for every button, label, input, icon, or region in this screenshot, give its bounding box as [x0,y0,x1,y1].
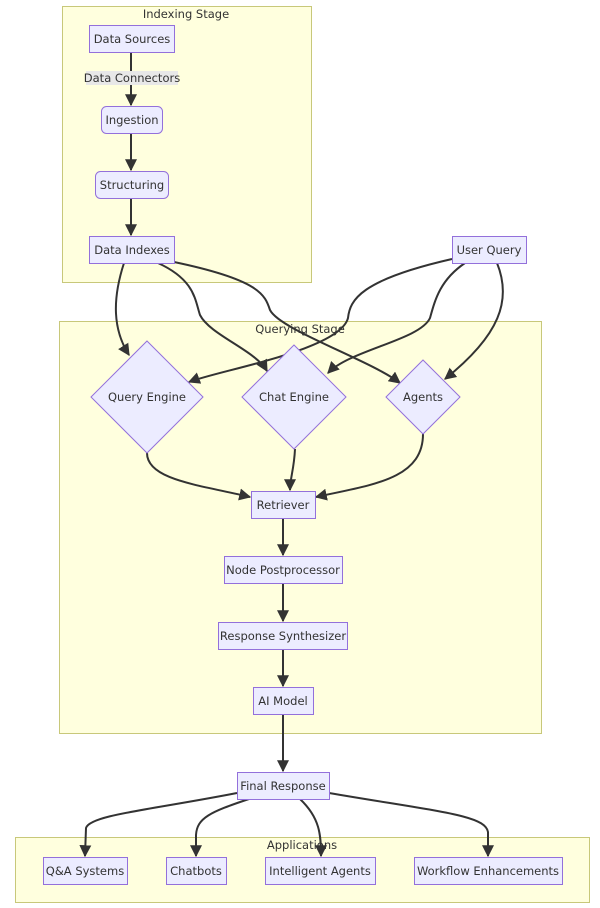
node-workflow-enhancements[interactable]: Workflow Enhancements [414,857,563,885]
svg-text:Query Engine: Query Engine [108,390,186,404]
svg-text:User Query: User Query [457,243,522,257]
svg-text:Response Synthesizer: Response Synthesizer [220,629,346,643]
svg-text:Retriever: Retriever [257,498,310,512]
node-retriever[interactable]: Retriever [251,491,316,519]
svg-text:Q&A Systems: Q&A Systems [46,864,124,878]
svg-text:Structuring: Structuring [100,178,164,192]
node-data-indexes[interactable]: Data Indexes [89,236,175,264]
node-chatbots[interactable]: Chatbots [166,857,227,885]
cluster-title: Querying Stage [255,322,345,336]
cluster-title: Applications [267,838,337,852]
svg-text:Node Postprocessor: Node Postprocessor [226,563,340,577]
node-ingestion[interactable]: Ingestion [101,106,163,134]
node-intelligent-agents[interactable]: Intelligent Agents [265,857,376,885]
svg-text:Chatbots: Chatbots [170,864,222,878]
svg-text:Data Sources: Data Sources [94,32,171,46]
node-user-query[interactable]: User Query [452,236,527,264]
node-qa-systems[interactable]: Q&A Systems [43,857,128,885]
svg-text:Data Indexes: Data Indexes [94,243,170,257]
node-response-synthesizer[interactable]: Response Synthesizer [218,622,348,650]
node-structuring[interactable]: Structuring [95,171,169,199]
cluster-title: Indexing Stage [143,7,229,21]
node-data-sources[interactable]: Data Sources [89,25,175,53]
svg-text:Data Connectors: Data Connectors [84,71,180,85]
node-final-response[interactable]: Final Response [237,772,330,800]
svg-text:Chat Engine: Chat Engine [259,390,329,404]
svg-text:Ingestion: Ingestion [105,113,158,127]
svg-text:Workflow Enhancements: Workflow Enhancements [417,864,559,878]
svg-text:Intelligent Agents: Intelligent Agents [269,864,371,878]
flowchart: Indexing Stage Querying Stage Applicatio… [15,6,590,903]
node-ai-model[interactable]: AI Model [253,687,314,715]
svg-text:AI Model: AI Model [258,694,307,708]
node-node-postprocessor[interactable]: Node Postprocessor [224,556,343,584]
svg-text:Final Response: Final Response [240,779,325,793]
edge-label-data-connectors: Data Connectors [84,71,180,85]
svg-text:Agents: Agents [403,390,443,404]
